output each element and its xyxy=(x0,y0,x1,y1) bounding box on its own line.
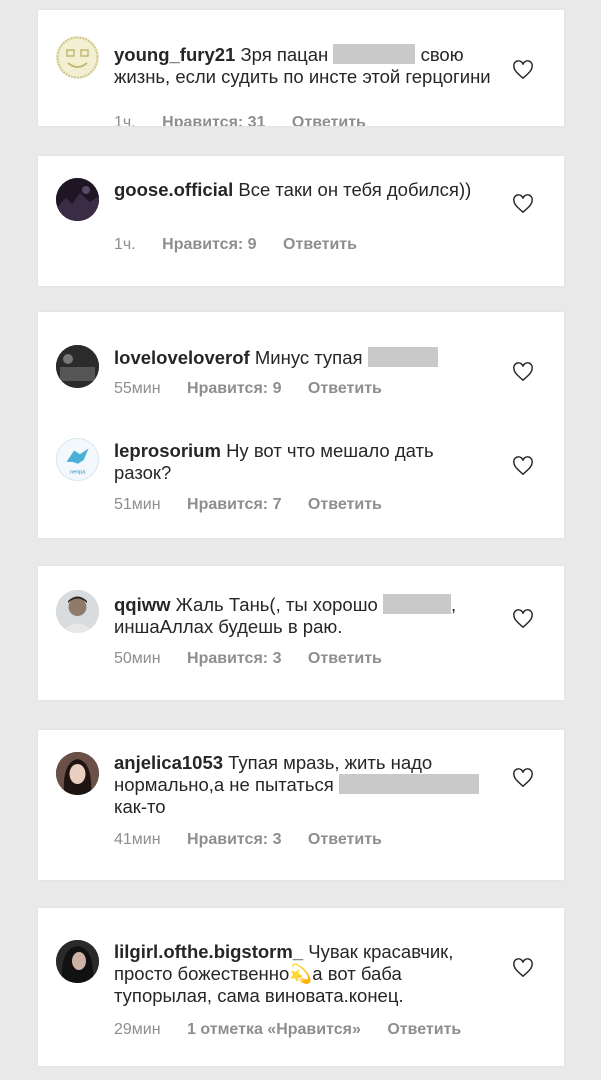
comment-meta: 55мин Нравится: 9 Ответить xyxy=(114,380,404,398)
blue-creature-logo: лепра xyxy=(57,439,98,480)
redacted-block xyxy=(338,774,479,794)
comment-card: qqiww Жаль Тань(, ты хорошо , иншаАллах … xyxy=(38,566,564,700)
heart-icon[interactable] xyxy=(512,362,534,382)
comment-meta: 41мин Нравится: 3 Ответить xyxy=(114,831,404,849)
username[interactable]: lilgirl.ofthe.bigstorm_ xyxy=(114,941,303,962)
likes-count[interactable]: 1 отметка «Нравится» xyxy=(187,1021,361,1038)
comment-card: loveloveloverof Минус тупая 55мин Нравит… xyxy=(38,312,564,538)
sparkle-emoji: 💫 xyxy=(289,963,313,984)
likes-count[interactable]: Нравится: 3 xyxy=(187,831,281,848)
comment-text: loveloveloverof Минус тупая xyxy=(114,347,494,369)
comment-time: 41мин xyxy=(114,831,161,848)
username[interactable]: young_fury21 xyxy=(114,44,235,65)
reply-button[interactable]: Ответить xyxy=(308,650,382,667)
avatar[interactable] xyxy=(56,36,99,79)
username[interactable]: anjelica1053 xyxy=(114,752,223,773)
comment-time: 51мин xyxy=(114,496,161,513)
redacted-block xyxy=(333,44,416,64)
dark-photo-avatar xyxy=(56,345,99,388)
comment-meta: 29мин 1 отметка «Нравится» Ответить xyxy=(114,1021,461,1039)
person-photo-avatar xyxy=(56,940,99,983)
likes-count[interactable]: Нравится: 31 xyxy=(162,114,265,126)
comment-text: anjelica1053 Тупая мразь, жить надо норм… xyxy=(114,752,494,818)
heart-icon[interactable] xyxy=(512,609,534,629)
username[interactable]: goose.official xyxy=(114,179,233,200)
comment-card: young_fury21 Зря пацан свою жизнь, если … xyxy=(38,10,564,126)
reply-button[interactable]: Ответить xyxy=(283,236,357,253)
comment-meta: 1ч. Нравится: 9 Ответить xyxy=(114,236,379,254)
comment-time: 50мин xyxy=(114,650,161,667)
comment-card: goose.official Все таки он тебя добился)… xyxy=(38,156,564,286)
heart-icon[interactable] xyxy=(512,194,534,214)
comment: young_fury21 Зря пацан свою жизнь, если … xyxy=(38,10,564,126)
comment-text: goose.official Все таки он тебя добился)… xyxy=(114,179,494,201)
comment: anjelica1053 Тупая мразь, жить надо норм… xyxy=(38,730,564,880)
heart-icon[interactable] xyxy=(512,456,534,476)
avatar[interactable] xyxy=(56,345,99,388)
smiley-face-icon xyxy=(56,36,99,79)
comment-meta: 51мин Нравится: 7 Ответить xyxy=(114,496,404,514)
reply-button[interactable]: Ответить xyxy=(308,380,382,397)
username[interactable]: loveloveloverof xyxy=(114,347,250,368)
avatar[interactable] xyxy=(56,940,99,983)
heart-icon[interactable] xyxy=(512,768,534,788)
likes-count[interactable]: Нравится: 9 xyxy=(187,380,281,397)
avatar[interactable]: лепра xyxy=(56,438,99,481)
likes-count[interactable]: Нравится: 7 xyxy=(187,496,281,513)
comment: lilgirl.ofthe.bigstorm_ Чувак красавчик,… xyxy=(38,908,564,1066)
comment-time: 1ч. xyxy=(114,114,136,126)
comment: loveloveloverof Минус тупая 55мин Нравит… xyxy=(38,312,564,412)
comment-time: 1ч. xyxy=(114,236,136,253)
avatar[interactable] xyxy=(56,752,99,795)
comment-card: lilgirl.ofthe.bigstorm_ Чувак красавчик,… xyxy=(38,908,564,1066)
heart-icon[interactable] xyxy=(512,958,534,978)
reply-button[interactable]: Ответить xyxy=(308,496,382,513)
comment-body: Все таки он тебя добился)) xyxy=(238,179,472,200)
redacted-block xyxy=(382,594,451,614)
comment-text: leprosorium Ну вот что мешало дать разок… xyxy=(114,440,494,484)
avatar[interactable] xyxy=(56,178,99,221)
person-photo-avatar xyxy=(56,590,99,633)
comment-body: Минус тупая xyxy=(254,347,363,368)
comment-text: young_fury21 Зря пацан свою жизнь, если … xyxy=(114,44,494,88)
comment-text: qqiww Жаль Тань(, ты хорошо , иншаАллах … xyxy=(114,594,494,638)
username[interactable]: qqiww xyxy=(114,594,171,615)
comment: лепра leprosorium Ну вот что мешало дать… xyxy=(38,412,564,538)
reply-button[interactable]: Ответить xyxy=(292,114,366,126)
username[interactable]: leprosorium xyxy=(114,440,221,461)
dark-photo-avatar xyxy=(56,178,99,221)
reply-button[interactable]: Ответить xyxy=(387,1021,461,1038)
likes-count[interactable]: Нравится: 9 xyxy=(162,236,256,253)
svg-text:лепра: лепра xyxy=(70,469,87,475)
comment-body: Жаль Тань(, ты хорошо xyxy=(175,594,378,615)
comment-text: lilgirl.ofthe.bigstorm_ Чувак красавчик,… xyxy=(114,941,498,1007)
person-photo-avatar xyxy=(56,752,99,795)
comment-meta: 50мин Нравится: 3 Ответить xyxy=(114,650,404,668)
comment-card: anjelica1053 Тупая мразь, жить надо норм… xyxy=(38,730,564,880)
reply-button[interactable]: Ответить xyxy=(308,831,382,848)
comment-body-cont: как-то xyxy=(114,796,166,817)
comment-body: Зря пацан xyxy=(240,44,329,65)
comment: goose.official Все таки он тебя добился)… xyxy=(38,156,564,286)
comment: qqiww Жаль Тань(, ты хорошо , иншаАллах … xyxy=(38,566,564,700)
avatar[interactable] xyxy=(56,590,99,633)
comment-time: 55мин xyxy=(114,380,161,397)
redacted-block xyxy=(367,347,438,367)
comment-meta: 1ч. Нравится: 31 Ответить xyxy=(114,114,388,126)
comment-time: 29мин xyxy=(114,1021,161,1038)
likes-count[interactable]: Нравится: 3 xyxy=(187,650,281,667)
heart-icon[interactable] xyxy=(512,60,534,80)
